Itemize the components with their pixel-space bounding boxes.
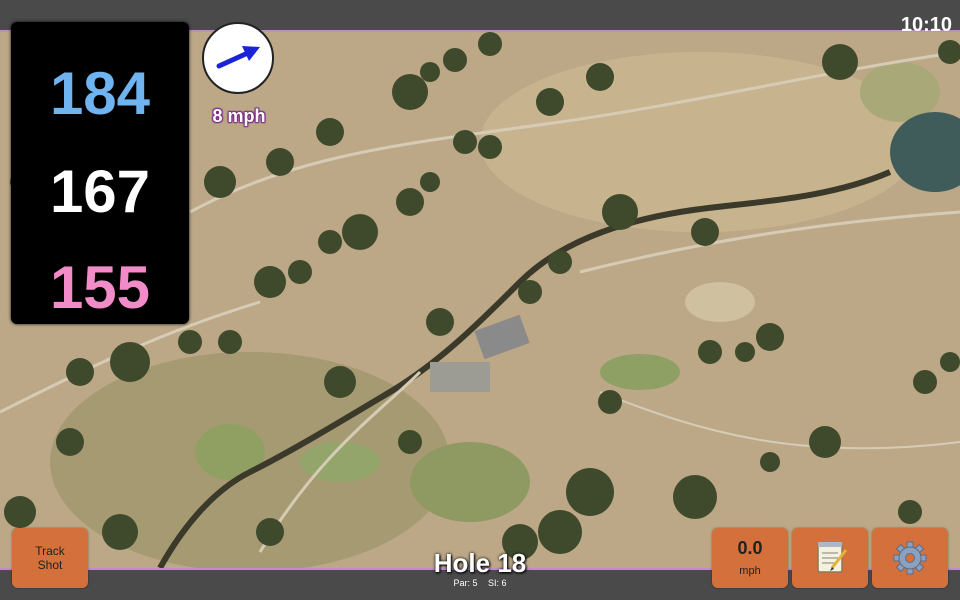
gear-icon xyxy=(893,541,927,575)
speed-value: 0.0 xyxy=(737,538,763,558)
track-shot-label-line2: Shot xyxy=(37,558,63,572)
clock: 10:10 xyxy=(900,14,952,36)
hole-title: Hole 18 xyxy=(433,548,527,578)
speed-unit: mph xyxy=(739,565,761,577)
hole-stroke-index: SI: 6 xyxy=(488,578,507,588)
notes-button[interactable] xyxy=(792,528,868,588)
hole-info: Par: 5 SI: 6 xyxy=(380,578,580,588)
wind-direction-dial xyxy=(202,22,274,94)
middle-distance: 167 xyxy=(49,158,151,225)
hole-par: Par: 5 xyxy=(453,578,478,588)
distance-panel: 184 167 155 xyxy=(11,22,189,324)
track-shot-button[interactable]: Track Shot xyxy=(12,528,88,588)
back-distance: 184 xyxy=(49,60,151,127)
wind-speed: 8 mph xyxy=(212,106,266,126)
front-distance: 155 xyxy=(49,254,151,321)
wind-direction-arrow-icon xyxy=(216,46,260,69)
speed-button[interactable]: 0.0 mph xyxy=(712,528,788,588)
track-shot-label-line1: Track xyxy=(35,544,65,558)
settings-button[interactable] xyxy=(872,528,948,588)
notepad-icon xyxy=(817,542,848,573)
